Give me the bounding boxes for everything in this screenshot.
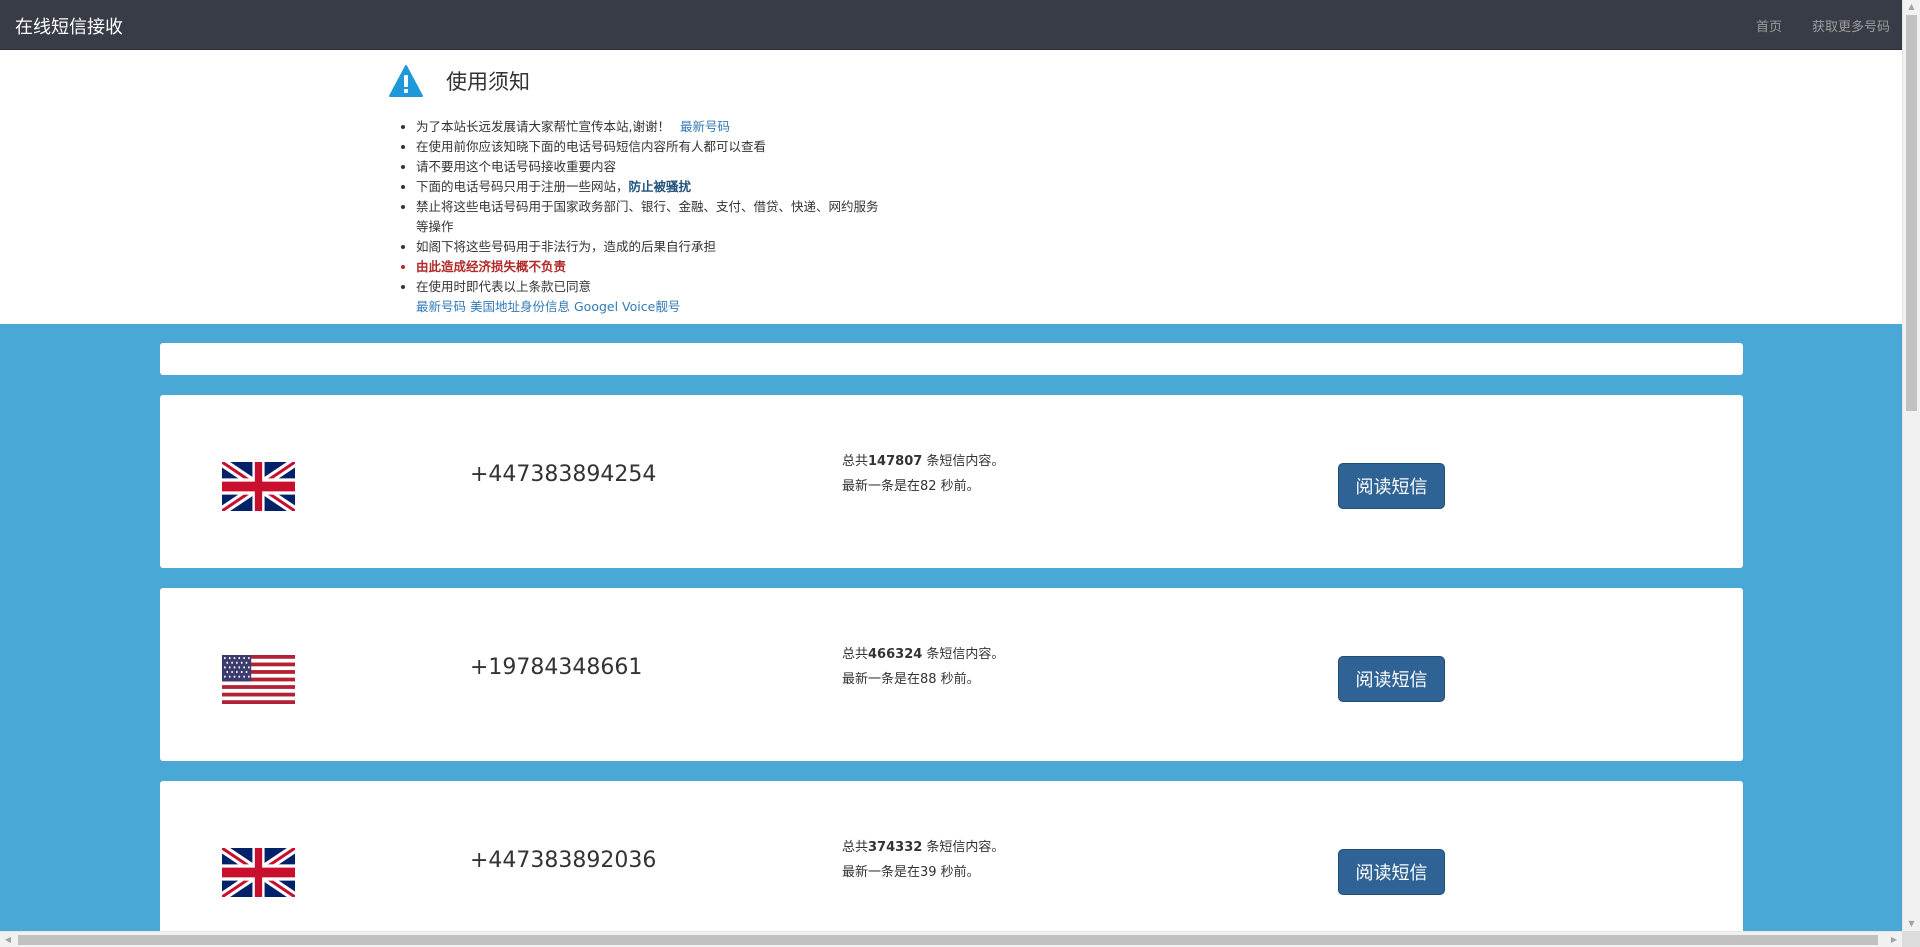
list-item: 如阁下将这些号码用于非法行为，造成的后果自行承担 xyxy=(416,237,948,257)
nav-home-link[interactable]: 首页 xyxy=(1756,16,1782,35)
vertical-scrollbar[interactable]: ▲ ▼ xyxy=(1902,0,1920,931)
notice-list: 为了本站长远发展请大家帮忙宣传本站,谢谢！ 最新号码 在使用前你应该知晓下面的电话… xyxy=(388,117,948,317)
list-item: 请不要用这个电话号码接收重要内容 xyxy=(416,157,948,177)
blank-panel xyxy=(160,343,1743,375)
sms-count: 总共374332 条短信内容。 xyxy=(842,835,1004,860)
uk-flag-icon xyxy=(222,848,295,897)
horizontal-scrollbar[interactable]: ◀ ▶ xyxy=(0,931,1920,947)
numbers-section: +447383894254 总共147807 条短信内容。 最新一条是在82 秒… xyxy=(0,324,1902,931)
number-card: +447383892036 总共374332 条短信内容。 最新一条是在39 秒… xyxy=(160,781,1743,931)
phone-number: +447383892036 xyxy=(470,848,657,873)
uk-flag-icon xyxy=(222,462,295,511)
list-item: 由此造成经济损失概不负责 xyxy=(416,257,948,277)
notice-title: 使用须知 xyxy=(446,70,530,94)
count-suffix: 条短信内容。 xyxy=(922,647,1005,662)
count-prefix: 总共 xyxy=(842,840,869,855)
count-value: 374332 xyxy=(868,840,923,855)
read-sms-button[interactable]: 阅读短信 xyxy=(1338,656,1445,702)
count-value: 466324 xyxy=(868,647,923,662)
vertical-scrollbar-thumb[interactable] xyxy=(1906,15,1917,411)
scroll-left-arrow-icon[interactable]: ◀ xyxy=(0,932,16,947)
phone-number: +19784348661 xyxy=(470,655,643,680)
count-suffix: 条短信内容。 xyxy=(922,840,1005,855)
nav-links: 首页 获取更多号码 xyxy=(1756,16,1890,35)
scroll-down-arrow-icon[interactable]: ▼ xyxy=(1903,917,1920,931)
sms-stats: 总共466324 条短信内容。 最新一条是在88 秒前。 xyxy=(842,642,1004,692)
number-card: +447383894254 总共147807 条短信内容。 最新一条是在82 秒… xyxy=(160,395,1743,568)
anti-harassment-link[interactable]: 防止被骚扰 xyxy=(629,179,692,194)
notice-header: 使用须知 xyxy=(388,60,948,102)
site-brand[interactable]: 在线短信接收 xyxy=(15,13,123,39)
latest-numbers-link[interactable]: 最新号码 xyxy=(680,119,730,134)
notice-text: 等操作 xyxy=(416,219,454,234)
notice-text: 在使用时即代表以上条款已同意 xyxy=(416,279,592,294)
latest-numbers-link[interactable]: 最新号码 xyxy=(416,299,466,314)
us-address-identity-link[interactable]: 美国地址身份信息 xyxy=(470,299,570,314)
list-item: 下面的电话号码只用于注册一些网站，防止被骚扰 xyxy=(416,177,948,197)
notice-text: 为了本站长远发展请大家帮忙宣传本站,谢谢！ xyxy=(416,119,670,134)
count-prefix: 总共 xyxy=(842,454,869,469)
scroll-up-arrow-icon[interactable]: ▲ xyxy=(1903,0,1920,14)
list-item: 在使用前你应该知晓下面的电话号码短信内容所有人都可以查看 xyxy=(416,137,948,157)
scroll-right-arrow-icon[interactable]: ▶ xyxy=(1886,932,1902,947)
latest-sms-time: 最新一条是在88 秒前。 xyxy=(842,672,980,687)
number-card: +19784348661 总共466324 条短信内容。 最新一条是在88 秒前… xyxy=(160,588,1743,761)
sms-count: 总共147807 条短信内容。 xyxy=(842,449,1004,474)
nav-more-numbers-link[interactable]: 获取更多号码 xyxy=(1812,16,1890,35)
count-prefix: 总共 xyxy=(842,647,869,662)
read-sms-button[interactable]: 阅读短信 xyxy=(1338,849,1445,895)
count-value: 147807 xyxy=(868,454,923,469)
phone-number: +447383894254 xyxy=(470,462,657,487)
list-item: 禁止将这些电话号码用于国家政务部门、银行、金融、支付、借贷、快递、网约服务等操作 xyxy=(416,197,948,237)
latest-sms-time: 最新一条是在82 秒前。 xyxy=(842,479,980,494)
warning-icon xyxy=(389,65,423,97)
sms-count: 总共466324 条短信内容。 xyxy=(842,642,1004,667)
us-flag-icon xyxy=(222,655,295,704)
notice-text: 禁止将这些电话号码用于国家政务部门、银行、金融、支付、借贷、快递、网约服务 xyxy=(416,199,879,214)
google-voice-link[interactable]: Googel Voice靓号 xyxy=(574,299,680,314)
usage-notice: 使用须知 为了本站长远发展请大家帮忙宣传本站,谢谢！ 最新号码 在使用前你应该知晓… xyxy=(388,60,948,317)
list-item: 在使用时即代表以上条款已同意 最新号码 美国地址身份信息 Googel Voic… xyxy=(416,277,948,317)
top-navbar: 在线短信接收 首页 获取更多号码 xyxy=(0,0,1902,50)
latest-sms-time: 最新一条是在39 秒前。 xyxy=(842,865,980,880)
sms-stats: 总共374332 条短信内容。 最新一条是在39 秒前。 xyxy=(842,835,1004,885)
horizontal-scrollbar-thumb[interactable] xyxy=(18,935,1878,945)
read-sms-button[interactable]: 阅读短信 xyxy=(1338,463,1445,509)
notice-text: 下面的电话号码只用于注册一些网站， xyxy=(416,179,629,194)
list-item: 为了本站长远发展请大家帮忙宣传本站,谢谢！ 最新号码 xyxy=(416,117,948,137)
scrollbar-corner xyxy=(1902,931,1920,947)
count-suffix: 条短信内容。 xyxy=(922,454,1005,469)
sms-stats: 总共147807 条短信内容。 最新一条是在82 秒前。 xyxy=(842,449,1004,499)
